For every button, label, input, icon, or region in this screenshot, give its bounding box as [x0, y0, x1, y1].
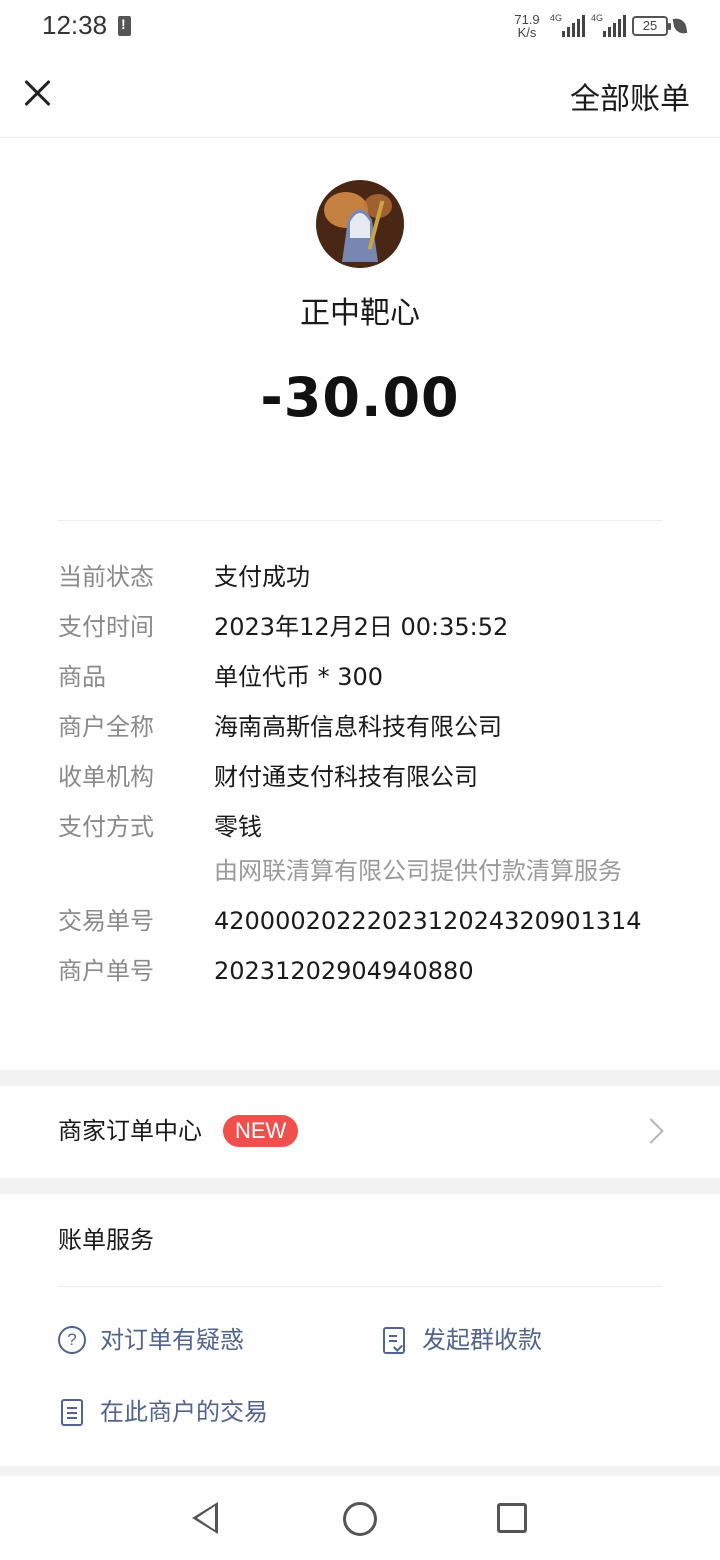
battery-icon: 25: [632, 16, 671, 36]
transaction-details: 当前状态 支付成功 支付时间 2023年12月2日 00:35:52 商品 单位…: [58, 562, 668, 1006]
merchant-name: 正中靶心: [300, 296, 420, 331]
order-question-link[interactable]: ? 对订单有疑惑: [58, 1324, 244, 1356]
detail-value: 支付成功: [214, 563, 310, 591]
close-icon[interactable]: [20, 76, 54, 110]
merchant-avatar: [316, 180, 404, 268]
all-bills-link[interactable]: 全部账单: [570, 74, 690, 118]
detail-value: 20231202904940880: [214, 957, 474, 985]
detail-label: 商户全称: [58, 713, 154, 741]
detail-row-transaction-id: 交易单号 4200002022202312024320901314: [58, 906, 668, 936]
chevron-right-icon: [638, 1118, 664, 1144]
payment-method-value: 零钱: [214, 813, 262, 841]
section-separator: [0, 1466, 720, 1476]
home-circle-icon[interactable]: [343, 1502, 377, 1536]
group-collection-link[interactable]: 发起群收款: [380, 1324, 542, 1356]
detail-row-merchant-order-id: 商户单号 20231202904940880: [58, 956, 668, 986]
divider: [58, 1286, 662, 1287]
detail-row-merchant-full-name: 商户全称 海南高斯信息科技有限公司: [58, 712, 668, 742]
detail-row-payment-time: 支付时间 2023年12月2日 00:35:52: [58, 612, 668, 642]
detail-label: 收单机构: [58, 763, 154, 791]
detail-value: 4200002022202312024320901314: [214, 907, 642, 935]
status-time: 12:38: [42, 10, 108, 40]
signal-tag-2: 4G: [591, 13, 604, 23]
network-speed-unit: K/s: [517, 25, 537, 40]
back-triangle-icon[interactable]: [192, 1502, 218, 1534]
signal-icon-2: 4G: [591, 13, 626, 37]
new-badge: NEW: [223, 1115, 299, 1147]
detail-value: 财付通支付科技有限公司: [214, 763, 478, 791]
power-saving-leaf-icon: [672, 17, 688, 35]
merchant-transactions-link[interactable]: 在此商户的交易: [58, 1396, 268, 1428]
detail-row-status: 当前状态 支付成功: [58, 562, 668, 592]
detail-label: 支付方式: [58, 813, 154, 841]
order-center-label: 商家订单中心: [58, 1117, 202, 1145]
detail-row-acquirer: 收单机构 财付通支付科技有限公司: [58, 762, 668, 792]
signal-icon: 4G: [550, 13, 585, 37]
detail-row-payment-method: 支付方式 零钱 由网联清算有限公司提供付款清算服务: [58, 812, 668, 886]
clearing-service-note: 由网联清算有限公司提供付款清算服务: [214, 857, 622, 885]
network-speed: 71.9 K/s: [510, 13, 544, 39]
recent-apps-square-icon[interactable]: [497, 1503, 527, 1533]
merchant-order-center-row[interactable]: 商家订单中心 NEW: [0, 1086, 720, 1178]
section-separator: [0, 1070, 720, 1086]
detail-value: 海南高斯信息科技有限公司: [214, 713, 502, 741]
status-bar: 12:38 71.9 K/s 4G 4G 25: [0, 0, 720, 52]
detail-label: 商户单号: [58, 957, 154, 985]
bill-service-title: 账单服务: [58, 1226, 154, 1254]
service-label: 在此商户的交易: [100, 1398, 268, 1426]
battery-alert-icon: [118, 16, 131, 36]
top-bar: 全部账单: [0, 52, 720, 138]
detail-label: 商品: [58, 663, 106, 691]
detail-label: 支付时间: [58, 613, 154, 641]
divider: [58, 520, 662, 521]
detail-value: 单位代币 * 300: [214, 663, 384, 691]
question-icon: ?: [58, 1326, 86, 1354]
detail-value: 零钱 由网联清算有限公司提供付款清算服务: [214, 812, 622, 886]
section-separator: [0, 1178, 720, 1194]
payment-amount: -30.00: [260, 366, 460, 429]
signal-tag: 4G: [550, 13, 563, 23]
document-check-icon: [383, 1326, 405, 1354]
service-label: 对订单有疑惑: [100, 1326, 244, 1354]
service-label: 发起群收款: [422, 1326, 542, 1354]
status-indicators: 71.9 K/s 4G 4G 25: [510, 10, 688, 42]
detail-label: 当前状态: [58, 563, 154, 591]
detail-value: 2023年12月2日 00:35:52: [214, 613, 509, 641]
system-nav-bar: [0, 1476, 720, 1560]
detail-label: 交易单号: [58, 907, 154, 935]
document-icon: [61, 1398, 83, 1426]
detail-row-product: 商品 单位代币 * 300: [58, 662, 668, 692]
